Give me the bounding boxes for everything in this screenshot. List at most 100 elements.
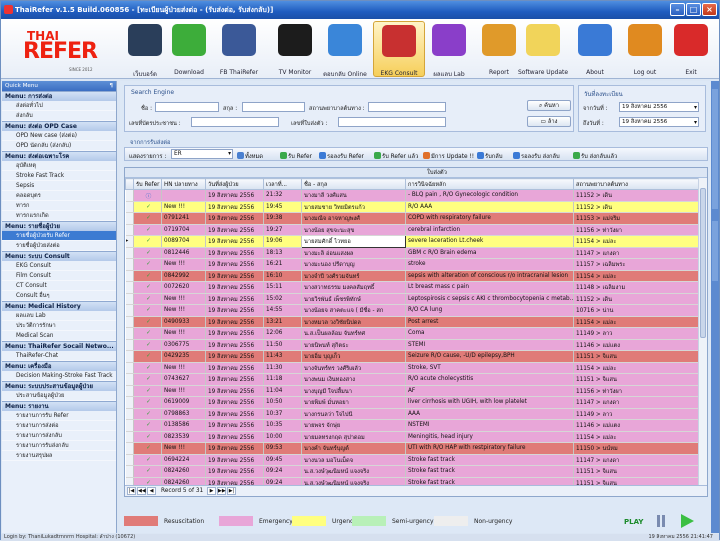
table-row[interactable]: ✓ 0842992 19 สิงหาคม 2556 16:10 นางจำปี วงศ์…	[125, 270, 701, 282]
sidebar-item[interactable]: ผลแลบ Lab	[2, 311, 116, 321]
row-selector[interactable]	[125, 465, 134, 478]
table-row[interactable]: ✓ New !!! 19 สิงหาคม 2556 15:02 นายวิรพันธ์ …	[125, 293, 701, 305]
referno-input[interactable]	[338, 117, 446, 127]
row-selector[interactable]	[125, 373, 134, 386]
sidebar-item[interactable]: OPD New case (ส่งต่อ)	[2, 131, 116, 141]
info-icon[interactable]: ⓘ	[133, 189, 162, 202]
check-icon[interactable]: ✓	[133, 385, 162, 397]
sidebar-item[interactable]: ประวัติการรักษา	[2, 321, 116, 331]
filter-all[interactable]: ทั้งหมด	[237, 151, 263, 161]
row-selector[interactable]	[125, 454, 134, 466]
sidebar-section-2[interactable]: Menu: ส่งต่อเฉพาะโรค	[2, 151, 116, 161]
sidebar-item[interactable]: รายงานสรุปผล	[2, 451, 116, 461]
column-header[interactable]: ชื่อ - สกุล	[301, 178, 406, 190]
sidebar-item[interactable]: ส่งต่อทั่วไป	[2, 101, 116, 111]
table-row[interactable]: ✓ 0791241 19 สิงหาคม 2556 19:38 นางมณีจ อาจห…	[125, 212, 701, 225]
table-row[interactable]: ✓ 0824260 19 สิงหาคม 2556 09:24 น.ส.วงษ์วุฒน…	[125, 465, 701, 478]
sidebar-item[interactable]: รายงานการรับ Refer	[2, 411, 116, 421]
column-header[interactable]: เวลาที่...	[263, 178, 302, 190]
row-selector[interactable]	[125, 247, 134, 259]
name-input[interactable]	[155, 102, 219, 112]
pause-icon[interactable]	[657, 515, 668, 528]
check-icon[interactable]: ✓	[133, 454, 162, 466]
column-header[interactable]: วันที่ส่งผู้ป่วย	[205, 178, 264, 190]
check-icon[interactable]: ✓	[133, 442, 162, 455]
sidebar-item[interactable]: OPD นัดกลับ (ส่งกลับ)	[2, 141, 116, 151]
table-row[interactable]: ▸ ✓ 0089704 19 สิงหาคม 2556 19:06 นายสมศักดิ์…	[125, 235, 701, 248]
sidebar-section-5[interactable]: Menu: Medical History	[2, 301, 116, 311]
sidebar-item[interactable]: ประสานข้อมูลผู้ป่วย	[2, 391, 116, 401]
prev-record-button[interactable]: ◀	[147, 487, 156, 495]
filter-received-refer[interactable]: รับ Refer แล้ว	[374, 151, 418, 161]
to-date-select[interactable]: 19 สิงหาคม 2556	[619, 117, 699, 127]
table-row[interactable]: ✓ New !!! 19 สิงหาคม 2556 16:21 นางมะนอง ปรี…	[125, 258, 701, 271]
table-row[interactable]: ✓ 0306775 19 สิงหาคม 2556 11:50 นายนิพนท์ สุ…	[125, 339, 701, 351]
table-row[interactable]: ✓ 0429235 19 สิงหาคม 2556 11:43 นายอิ่ม บุญเ…	[125, 350, 701, 363]
sidebar-section-6[interactable]: Menu: ThaiRefer Socail Netwo...	[2, 341, 116, 351]
next-record-button[interactable]: ▶	[207, 487, 216, 495]
row-selector[interactable]	[125, 385, 134, 397]
check-icon[interactable]: ✓	[133, 419, 162, 432]
table-row[interactable]: ✓ 0490933 19 สิงหาคม 2556 13:21 นางหมวล วงวิ…	[125, 316, 701, 328]
prev-page-button[interactable]: ◀◀	[137, 487, 146, 495]
sidebar-section-0[interactable]: Menu: การส่งต่อ	[2, 91, 116, 101]
lab-button[interactable]: ผลแลบ Lab	[423, 21, 475, 78]
cid-input[interactable]	[191, 117, 279, 127]
column-header[interactable]: การวินิจฉัยหลัก	[405, 178, 574, 190]
sidebar-item[interactable]: EKG Consult	[2, 261, 116, 271]
table-row[interactable]: ✓ 0138586 19 สิงหาคม 2556 10:35 นายพจร จักษุ…	[125, 419, 701, 432]
logout-button[interactable]: Log out	[619, 21, 671, 77]
check-icon[interactable]: ✓	[133, 327, 162, 340]
pin-icon[interactable]: ¶	[109, 81, 113, 91]
row-selector[interactable]	[125, 339, 134, 351]
sidebar-section-3[interactable]: Menu: รายชื่อผู้ป่วย	[2, 221, 116, 231]
check-icon[interactable]: ✓	[133, 396, 162, 409]
row-selector[interactable]	[125, 327, 134, 340]
hospital-input[interactable]	[368, 102, 446, 112]
row-selector[interactable]	[125, 396, 134, 409]
check-icon[interactable]: ✓	[133, 224, 162, 236]
sidebar-item[interactable]: ThaiRefer-Chat	[2, 351, 116, 361]
play-icon[interactable]	[681, 514, 694, 528]
check-icon[interactable]: ✓	[133, 373, 162, 386]
exit-button[interactable]: Exit	[665, 21, 717, 77]
last-record-button[interactable]: ▶|	[227, 487, 236, 495]
check-icon[interactable]: ✓	[133, 270, 162, 282]
table-row[interactable]: ✓ 0812446 19 สิงหาคม 2556 18:13 นางมะลิ อ่อน…	[125, 247, 701, 259]
download-button[interactable]: Download	[163, 21, 215, 77]
sidebar-item[interactable]: Consult อื่นๆ	[2, 291, 116, 301]
online-reply-button[interactable]: ตอบกลับ Online	[319, 21, 371, 78]
table-row[interactable]: ⓘ 19 สิงหาคม 2556 21:32 นางมาลี วงศ์แสน - BL…	[125, 189, 701, 202]
play-label[interactable]: PLAY	[624, 518, 643, 526]
row-selector[interactable]	[125, 442, 134, 455]
row-selector[interactable]	[125, 212, 134, 225]
check-icon[interactable]: ✓	[133, 304, 162, 317]
scrollbar-thumb[interactable]	[700, 188, 706, 338]
sidebar-section-7[interactable]: Menu: เครื่องมือ	[2, 361, 116, 371]
row-selector[interactable]	[125, 201, 134, 213]
filter-pending-return[interactable]: รอลงรับ ส่งกลับ	[513, 151, 560, 161]
table-row[interactable]: ✓ New !!! 19 สิงหาคม 2556 11:04 นางบุญมี ใจป…	[125, 385, 701, 397]
check-icon[interactable]: ✓	[133, 465, 162, 478]
table-row[interactable]: ✓ New !!! 19 สิงหาคม 2556 09:53 นางคำ จันทร์…	[125, 442, 701, 455]
table-row[interactable]: ✓ 0823539 19 สิงหาคม 2556 10:00 นายมลทรงกฤด …	[125, 431, 701, 443]
check-icon[interactable]: ✓	[133, 431, 162, 443]
sidebar-item[interactable]: ส่งกลับ	[2, 111, 116, 121]
row-selector[interactable]	[125, 293, 134, 305]
check-icon[interactable]: ✓	[133, 201, 162, 213]
minimize-button[interactable]: –	[670, 3, 685, 16]
side-tab-1[interactable]	[712, 89, 718, 209]
side-tab-2[interactable]	[712, 221, 718, 281]
filter-received-return[interactable]: รับ ส่งกลับแล้ว	[573, 151, 617, 161]
filter-refer[interactable]: รับ Refer	[280, 151, 312, 161]
sidebar-item[interactable]: CT Consult	[2, 281, 116, 291]
row-selector[interactable]	[125, 304, 134, 317]
filter-pending-refer[interactable]: รอลงรับ Refer	[319, 151, 364, 161]
table-row[interactable]: ✓ New !!! 19 สิงหาคม 2556 19:45 นายสมชาย วิท…	[125, 201, 701, 213]
check-icon[interactable]: ✓	[133, 350, 162, 363]
column-header[interactable]: สถานพยาบาลต้นทาง	[573, 178, 701, 190]
sidebar-item[interactable]: Sepsis	[2, 181, 116, 191]
row-selector[interactable]	[125, 362, 134, 374]
sidebar-section-1[interactable]: Menu: ส่งต่อ OPD Case	[2, 121, 116, 131]
row-selector[interactable]	[125, 189, 134, 202]
